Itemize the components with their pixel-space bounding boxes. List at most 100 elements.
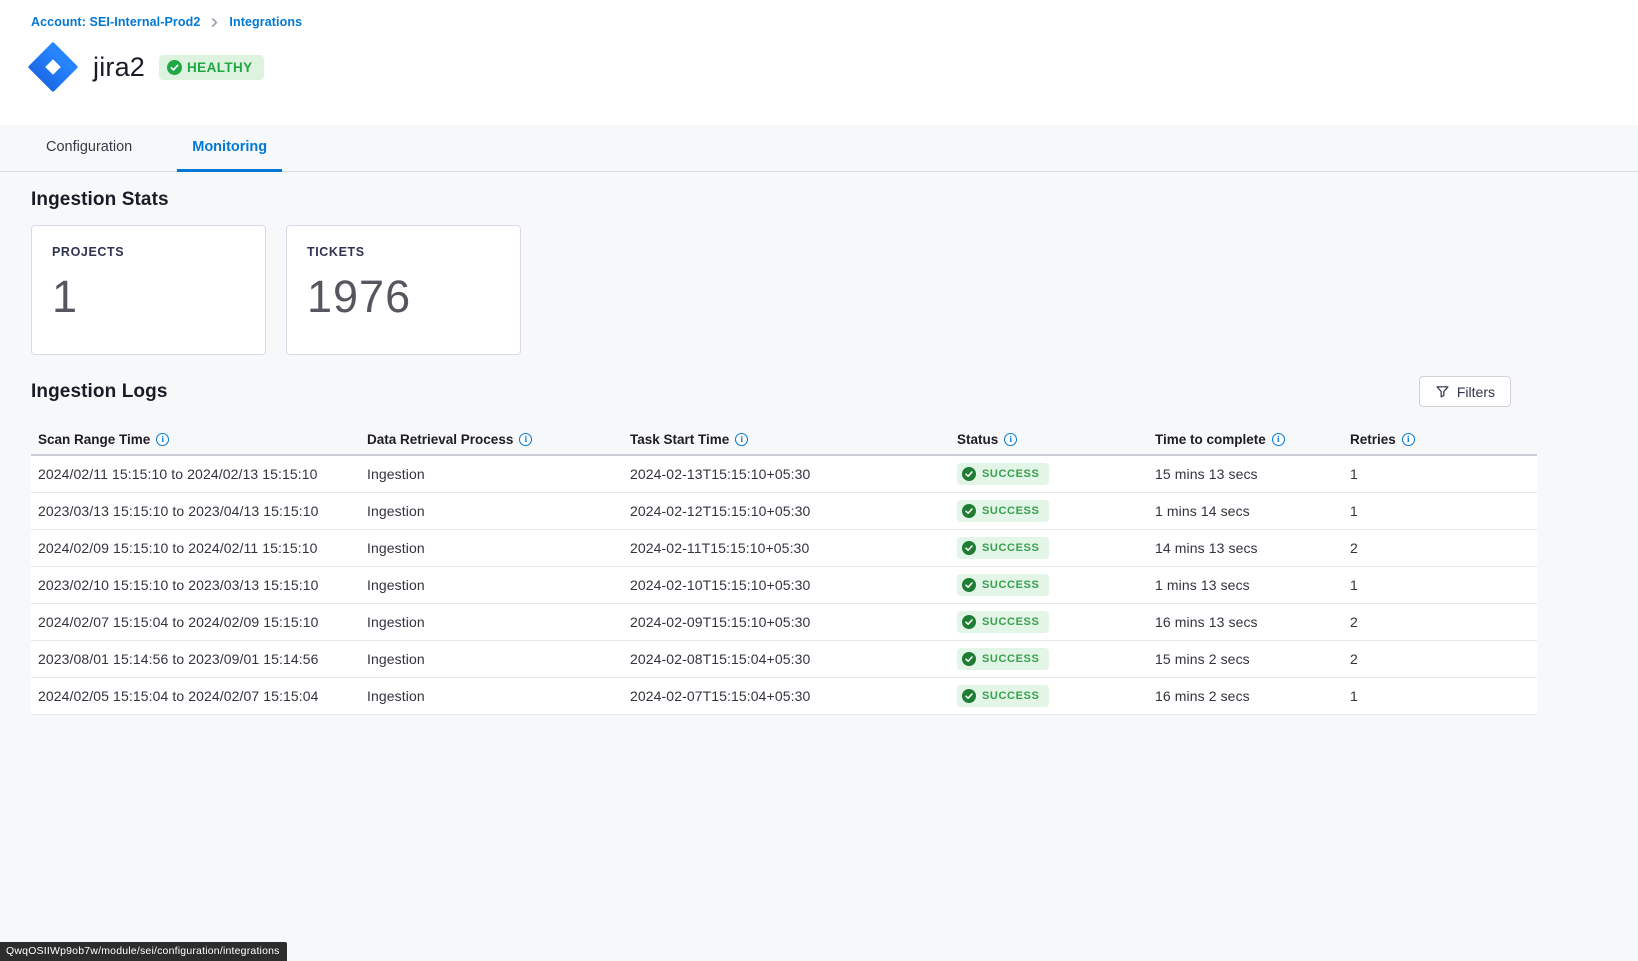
info-icon[interactable] (1004, 433, 1017, 446)
cell-time-to-complete: 16 mins 13 secs (1155, 614, 1350, 630)
cell-task-start-time: 2024-02-13T15:15:10+05:30 (630, 466, 957, 482)
cell-scan-range-time: 2024/02/11 15:15:10 to 2024/02/13 15:15:… (31, 466, 367, 482)
cell-data-retrieval-process: Ingestion (367, 577, 630, 593)
tab-monitoring[interactable]: Monitoring (177, 125, 282, 172)
cell-task-start-time: 2024-02-10T15:15:10+05:30 (630, 577, 957, 593)
column-header-data-retrieval-process[interactable]: Data Retrieval Process (367, 432, 630, 447)
cell-retries: 2 (1350, 651, 1537, 667)
status-success-badge: SUCCESS (957, 685, 1049, 707)
cell-status: SUCCESS (957, 611, 1155, 633)
page-header: Account: SEI-Internal-Prod2 Integrations (0, 0, 1638, 125)
cell-status: SUCCESS (957, 648, 1155, 670)
status-success-badge: SUCCESS (957, 574, 1049, 596)
tab-configuration[interactable]: Configuration (31, 125, 147, 172)
cell-time-to-complete: 16 mins 2 secs (1155, 688, 1350, 704)
stat-card-tickets: TICKETS 1976 (286, 225, 521, 355)
column-header-label: Retries (1350, 432, 1396, 447)
stat-label: PROJECTS (52, 245, 245, 259)
filters-button[interactable]: Filters (1419, 376, 1511, 407)
page-body: Configuration Monitoring Ingestion Stats… (0, 125, 1638, 961)
tab-bar: Configuration Monitoring (0, 125, 1638, 172)
cell-retries: 1 (1350, 577, 1537, 593)
check-circle-icon (962, 615, 976, 629)
stat-value: 1 (52, 271, 245, 323)
ingestion-stats-section: Ingestion Stats PROJECTS 1 TICKETS 1976 (0, 172, 1638, 355)
column-header-label: Data Retrieval Process (367, 432, 513, 447)
info-icon[interactable] (1272, 433, 1285, 446)
ingestion-logs-table: Scan Range Time Data Retrieval Process T… (31, 424, 1537, 715)
cell-status: SUCCESS (957, 537, 1155, 559)
column-header-retries[interactable]: Retries (1350, 432, 1537, 447)
cell-task-start-time: 2024-02-12T15:15:10+05:30 (630, 503, 957, 519)
breadcrumb-integrations-link[interactable]: Integrations (229, 15, 302, 29)
table-row[interactable]: 2024/02/11 15:15:10 to 2024/02/13 15:15:… (31, 456, 1537, 493)
status-success-badge: SUCCESS (957, 500, 1049, 522)
status-success-badge: SUCCESS (957, 463, 1049, 485)
ingestion-logs-section: Ingestion Logs Filters Scan Range Time D… (0, 376, 1638, 715)
cell-data-retrieval-process: Ingestion (367, 614, 630, 630)
check-circle-icon (167, 60, 182, 75)
health-status-label: HEALTHY (187, 60, 253, 75)
ingestion-logs-table-body: 2024/02/11 15:15:10 to 2024/02/13 15:15:… (31, 456, 1537, 715)
stat-cards: PROJECTS 1 TICKETS 1976 (31, 225, 1537, 355)
status-label: SUCCESS (982, 653, 1039, 665)
cell-data-retrieval-process: Ingestion (367, 651, 630, 667)
info-icon[interactable] (156, 433, 169, 446)
check-circle-icon (962, 541, 976, 555)
stat-value: 1976 (307, 271, 500, 323)
link-preview-statusbar: QwqOSIIWp9ob7w/module/sei/configuration/… (0, 942, 287, 961)
cell-task-start-time: 2024-02-09T15:15:10+05:30 (630, 614, 957, 630)
status-label: SUCCESS (982, 542, 1039, 554)
column-header-label: Status (957, 432, 998, 447)
column-header-status[interactable]: Status (957, 432, 1155, 447)
ingestion-logs-header: Ingestion Logs Filters (31, 376, 1537, 407)
status-label: SUCCESS (982, 505, 1039, 517)
check-circle-icon (962, 652, 976, 666)
cell-time-to-complete: 15 mins 13 secs (1155, 466, 1350, 482)
breadcrumb-chevron-icon (209, 17, 220, 28)
check-circle-icon (962, 578, 976, 592)
cell-scan-range-time: 2024/02/05 15:15:04 to 2024/02/07 15:15:… (31, 688, 367, 704)
stat-label: TICKETS (307, 245, 500, 259)
info-icon[interactable] (1402, 433, 1415, 446)
table-row[interactable]: 2023/02/10 15:15:10 to 2023/03/13 15:15:… (31, 567, 1537, 604)
breadcrumb: Account: SEI-Internal-Prod2 Integrations (31, 14, 1638, 30)
column-header-label: Time to complete (1155, 432, 1266, 447)
status-label: SUCCESS (982, 468, 1039, 480)
integration-title: jira2 (93, 52, 145, 83)
cell-data-retrieval-process: Ingestion (367, 466, 630, 482)
page: Account: SEI-Internal-Prod2 Integrations (0, 0, 1638, 961)
column-header-time-to-complete[interactable]: Time to complete (1155, 432, 1350, 447)
column-header-scan-range-time[interactable]: Scan Range Time (31, 432, 367, 447)
filter-funnel-icon (1435, 384, 1450, 399)
table-row[interactable]: 2023/08/01 15:14:56 to 2023/09/01 15:14:… (31, 641, 1537, 678)
cell-status: SUCCESS (957, 500, 1155, 522)
health-status-badge: HEALTHY (159, 55, 264, 80)
cell-retries: 2 (1350, 614, 1537, 630)
cell-task-start-time: 2024-02-07T15:15:04+05:30 (630, 688, 957, 704)
integration-title-row: jira2 HEALTHY (25, 39, 1638, 95)
cell-scan-range-time: 2023/03/13 15:15:10 to 2023/04/13 15:15:… (31, 503, 367, 519)
cell-retries: 2 (1350, 540, 1537, 556)
info-icon[interactable] (519, 433, 532, 446)
cell-status: SUCCESS (957, 574, 1155, 596)
cell-time-to-complete: 14 mins 13 secs (1155, 540, 1350, 556)
status-label: SUCCESS (982, 690, 1039, 702)
check-circle-icon (962, 504, 976, 518)
status-success-badge: SUCCESS (957, 648, 1049, 670)
column-header-task-start-time[interactable]: Task Start Time (630, 432, 957, 447)
cell-scan-range-time: 2023/02/10 15:15:10 to 2023/03/13 15:15:… (31, 577, 367, 593)
column-header-label: Scan Range Time (38, 432, 150, 447)
info-icon[interactable] (735, 433, 748, 446)
table-row[interactable]: 2024/02/09 15:15:10 to 2024/02/11 15:15:… (31, 530, 1537, 567)
cell-data-retrieval-process: Ingestion (367, 688, 630, 704)
cell-status: SUCCESS (957, 463, 1155, 485)
breadcrumb-account-link[interactable]: Account: SEI-Internal-Prod2 (31, 15, 200, 29)
ingestion-logs-heading: Ingestion Logs (31, 381, 168, 403)
table-row[interactable]: 2024/02/07 15:15:04 to 2024/02/09 15:15:… (31, 604, 1537, 641)
status-success-badge: SUCCESS (957, 537, 1049, 559)
table-row[interactable]: 2023/03/13 15:15:10 to 2023/04/13 15:15:… (31, 493, 1537, 530)
table-row[interactable]: 2024/02/05 15:15:04 to 2024/02/07 15:15:… (31, 678, 1537, 715)
cell-task-start-time: 2024-02-08T15:15:04+05:30 (630, 651, 957, 667)
table-header-row: Scan Range Time Data Retrieval Process T… (31, 424, 1537, 456)
